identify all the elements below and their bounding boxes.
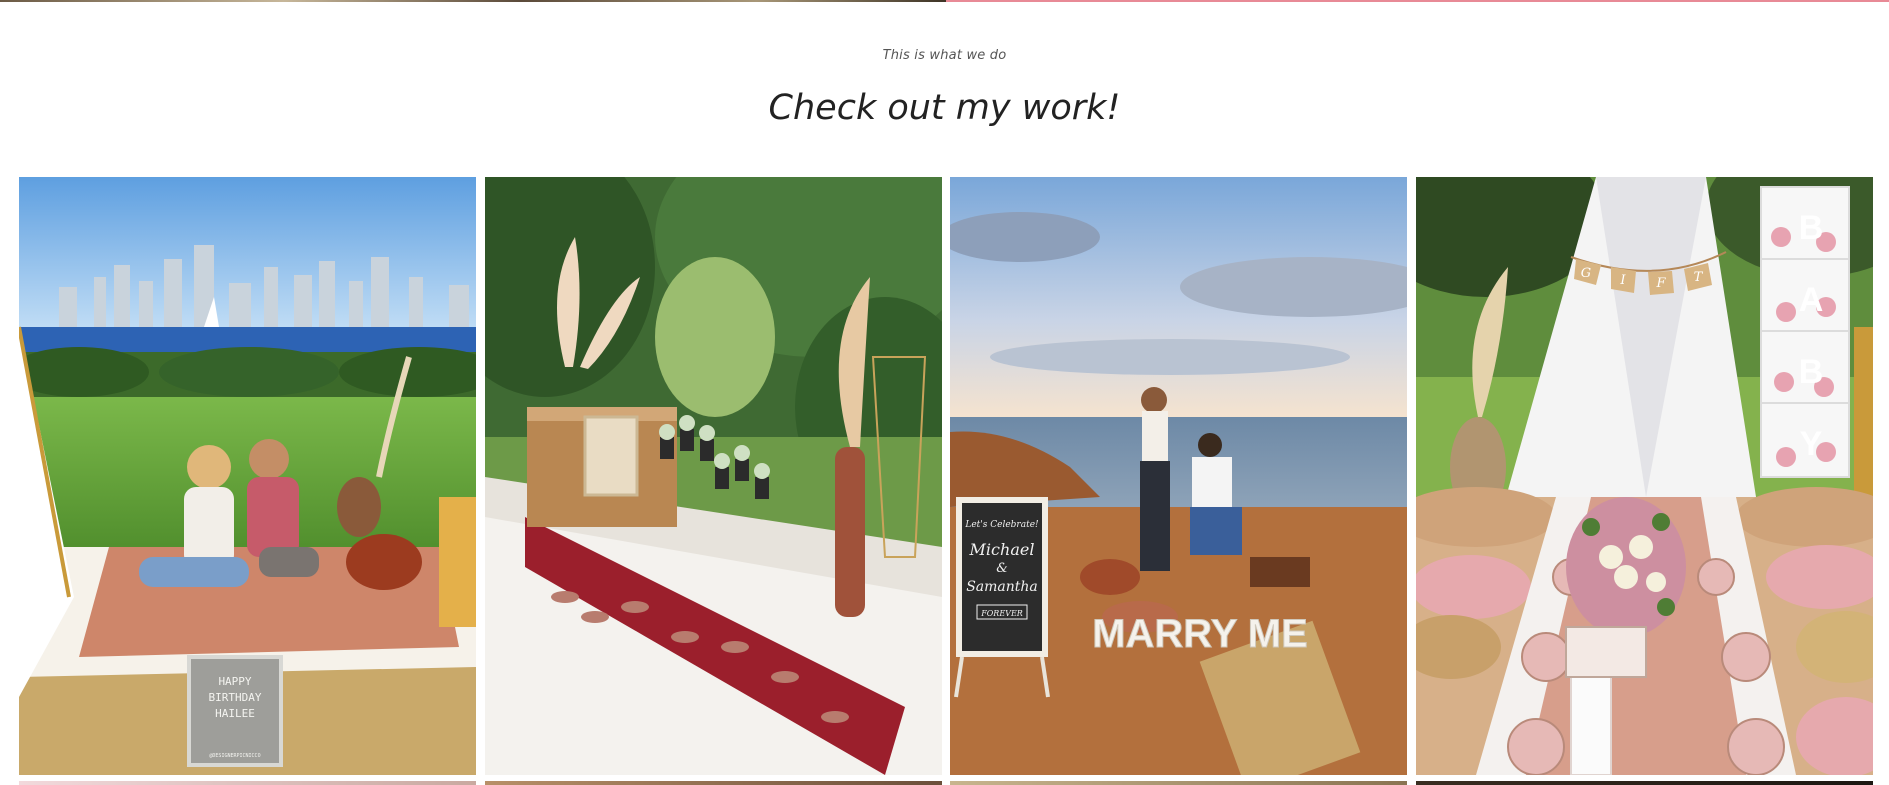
block-letter-1: B <box>1799 209 1824 247</box>
next-row-image-edge <box>19 781 476 785</box>
gallery-item-baby-shower[interactable]: G I F T B A B Y <box>1416 177 1873 775</box>
sign-line-2: BIRTHDAY <box>209 691 262 704</box>
marry-me-letters: MARRY ME <box>1092 612 1308 656</box>
next-row-image-edge <box>485 781 942 785</box>
chalk-line-2: Michael <box>969 540 1035 559</box>
next-row-image-edge <box>1416 781 1873 785</box>
block-letter-3: B <box>1799 353 1824 391</box>
next-row-image-edge <box>950 781 1407 785</box>
gallery-image: HAPPY BIRTHDAY HAILEE @DESIGNERPICNICCO <box>19 177 476 775</box>
baby-blocks: B A B Y <box>1760 186 1850 478</box>
banner-letter-t: T <box>1694 270 1704 285</box>
block-letter-4: Y <box>1800 425 1823 463</box>
block-letter-2: A <box>1799 281 1824 319</box>
gallery-item-birthday-picnic[interactable]: HAPPY BIRTHDAY HAILEE @DESIGNERPICNICCO <box>19 177 476 775</box>
gallery-image: Let's Celebrate! Michael & Samantha FORE… <box>950 177 1407 775</box>
gallery-image <box>485 177 942 775</box>
top-image-strip <box>0 0 1889 2</box>
gallery-item-proposal[interactable]: Let's Celebrate! Michael & Samantha FORE… <box>950 177 1407 775</box>
chalk-line-5: FOREVER <box>980 609 1023 618</box>
sign-line-3: HAILEE <box>215 707 255 720</box>
gallery-item-dessert-table[interactable] <box>485 177 942 775</box>
chalk-line-1: Let's Celebrate! <box>964 520 1039 530</box>
previous-section-image-edge <box>0 0 946 2</box>
banner-letter-f: F <box>1655 276 1666 291</box>
sign-line-1: HAPPY <box>218 675 251 688</box>
banner-letter-i: I <box>1619 273 1626 288</box>
gallery-image: G I F T B A B Y <box>1416 177 1873 775</box>
banner-letter-g: G <box>1581 266 1591 281</box>
section-subtitle: This is what we do <box>882 48 1007 63</box>
sign-handle: @DESIGNERPICNICCO <box>209 753 260 759</box>
chalk-line-3: & <box>996 561 1008 576</box>
previous-section-accent-bar <box>946 0 1889 2</box>
section-title: Check out my work! <box>768 88 1121 128</box>
chalk-line-4: Samantha <box>966 579 1038 595</box>
